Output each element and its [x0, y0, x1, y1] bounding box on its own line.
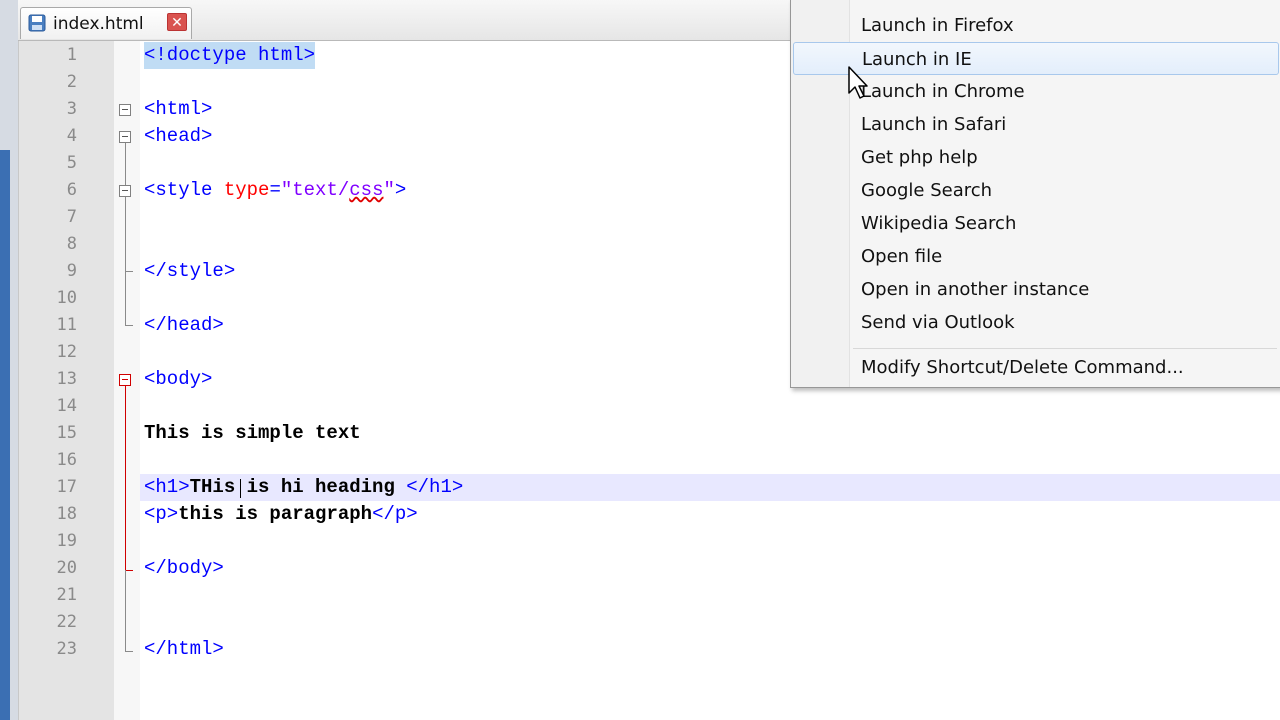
code-line-body-close[interactable]: </body>	[144, 555, 224, 582]
code-line-p[interactable]: <p>this is paragraph</p>	[144, 501, 418, 528]
code-line-html-open[interactable]: <html>	[144, 96, 212, 123]
line-number: 5	[66, 153, 77, 173]
attribute-token: type	[223, 179, 270, 201]
tag-token: <h1>	[144, 476, 190, 498]
menu-item-label: Open in another instance	[861, 279, 1090, 300]
code-line-text[interactable]: This is simple text	[144, 420, 361, 447]
menu-item-launch-firefox[interactable]: Launch in Firefox	[793, 9, 1279, 42]
code-line-body-open[interactable]: <body>	[144, 366, 212, 393]
menu-item-label: Open file	[861, 246, 943, 267]
menu-item-label: Launch in Chrome	[861, 81, 1025, 102]
menu-item-open-another-instance[interactable]: Open in another instance	[793, 273, 1279, 306]
menu-item-launch-safari[interactable]: Launch in Safari	[793, 108, 1279, 141]
tag-token: </p>	[372, 503, 418, 525]
mouse-pointer-icon	[848, 66, 868, 99]
menu-item-label: Get php help	[861, 147, 978, 168]
tag-token: >	[394, 179, 407, 201]
line-number: 16	[56, 450, 77, 470]
spellcheck-word: css	[349, 179, 384, 201]
desktop-edge	[0, 150, 10, 720]
text-token: this is paragraph	[178, 503, 373, 525]
line-number: 14	[56, 396, 77, 416]
code-line-head-close[interactable]: </head>	[144, 312, 224, 339]
code-line-style-close[interactable]: </style>	[144, 258, 235, 285]
close-tab-icon[interactable]: ✕	[167, 13, 187, 31]
window-left-edge	[0, 0, 18, 720]
text-caret	[240, 479, 241, 498]
line-number: 12	[56, 342, 77, 362]
equals-token: =	[269, 179, 281, 201]
menu-item-modify-shortcut[interactable]: Modify Shortcut/Delete Command...	[793, 351, 1279, 384]
menu-item-google-search[interactable]: Google Search	[793, 174, 1279, 207]
line-number: 22	[56, 612, 77, 632]
save-file-icon	[28, 14, 46, 32]
code-line-head-open[interactable]: <head>	[144, 123, 212, 150]
menu-item-open-file[interactable]: Open file	[793, 240, 1279, 273]
menu-item-php-help[interactable]: Get php help	[793, 141, 1279, 174]
code-line-style-open[interactable]: <style type="text/css">	[144, 177, 406, 204]
context-menu: Launch in Firefox Launch in IE Launch in…	[790, 0, 1280, 388]
code-line-html-close[interactable]: </html>	[144, 636, 224, 663]
line-number: 21	[56, 585, 77, 605]
menu-item-label: Launch in Safari	[861, 114, 1007, 135]
tab-index-html[interactable]: index.html ✕	[20, 7, 192, 39]
line-number: 19	[56, 531, 77, 551]
string-token: "	[383, 179, 395, 201]
tag-token: <style	[144, 179, 224, 201]
menu-item-label: Launch in Firefox	[861, 15, 1014, 36]
menu-separator	[853, 348, 1277, 349]
text-token: THis is hi heading	[189, 476, 407, 498]
line-number: 2	[66, 72, 77, 92]
menu-item-wikipedia-search[interactable]: Wikipedia Search	[793, 207, 1279, 240]
menu-item-send-outlook[interactable]: Send via Outlook	[793, 306, 1279, 339]
menu-item-label: Launch in IE	[862, 49, 972, 70]
tab-label: index.html	[53, 14, 144, 34]
code-line-doctype[interactable]: <!doctype html>	[144, 42, 316, 69]
code-line-h1[interactable]: <h1>THis is hi heading </h1>	[144, 474, 463, 501]
line-number: 10	[56, 288, 77, 308]
line-number: 8	[66, 234, 77, 254]
tag-token: </h1>	[406, 476, 464, 498]
menu-item-label: Modify Shortcut/Delete Command...	[861, 357, 1184, 378]
string-token: "text/	[280, 179, 350, 201]
menu-item-label: Wikipedia Search	[861, 213, 1017, 234]
line-number: 7	[66, 207, 77, 227]
menu-item-label: Send via Outlook	[861, 312, 1015, 333]
menu-item-label: Google Search	[861, 180, 993, 201]
tag-token: <p>	[144, 503, 179, 525]
